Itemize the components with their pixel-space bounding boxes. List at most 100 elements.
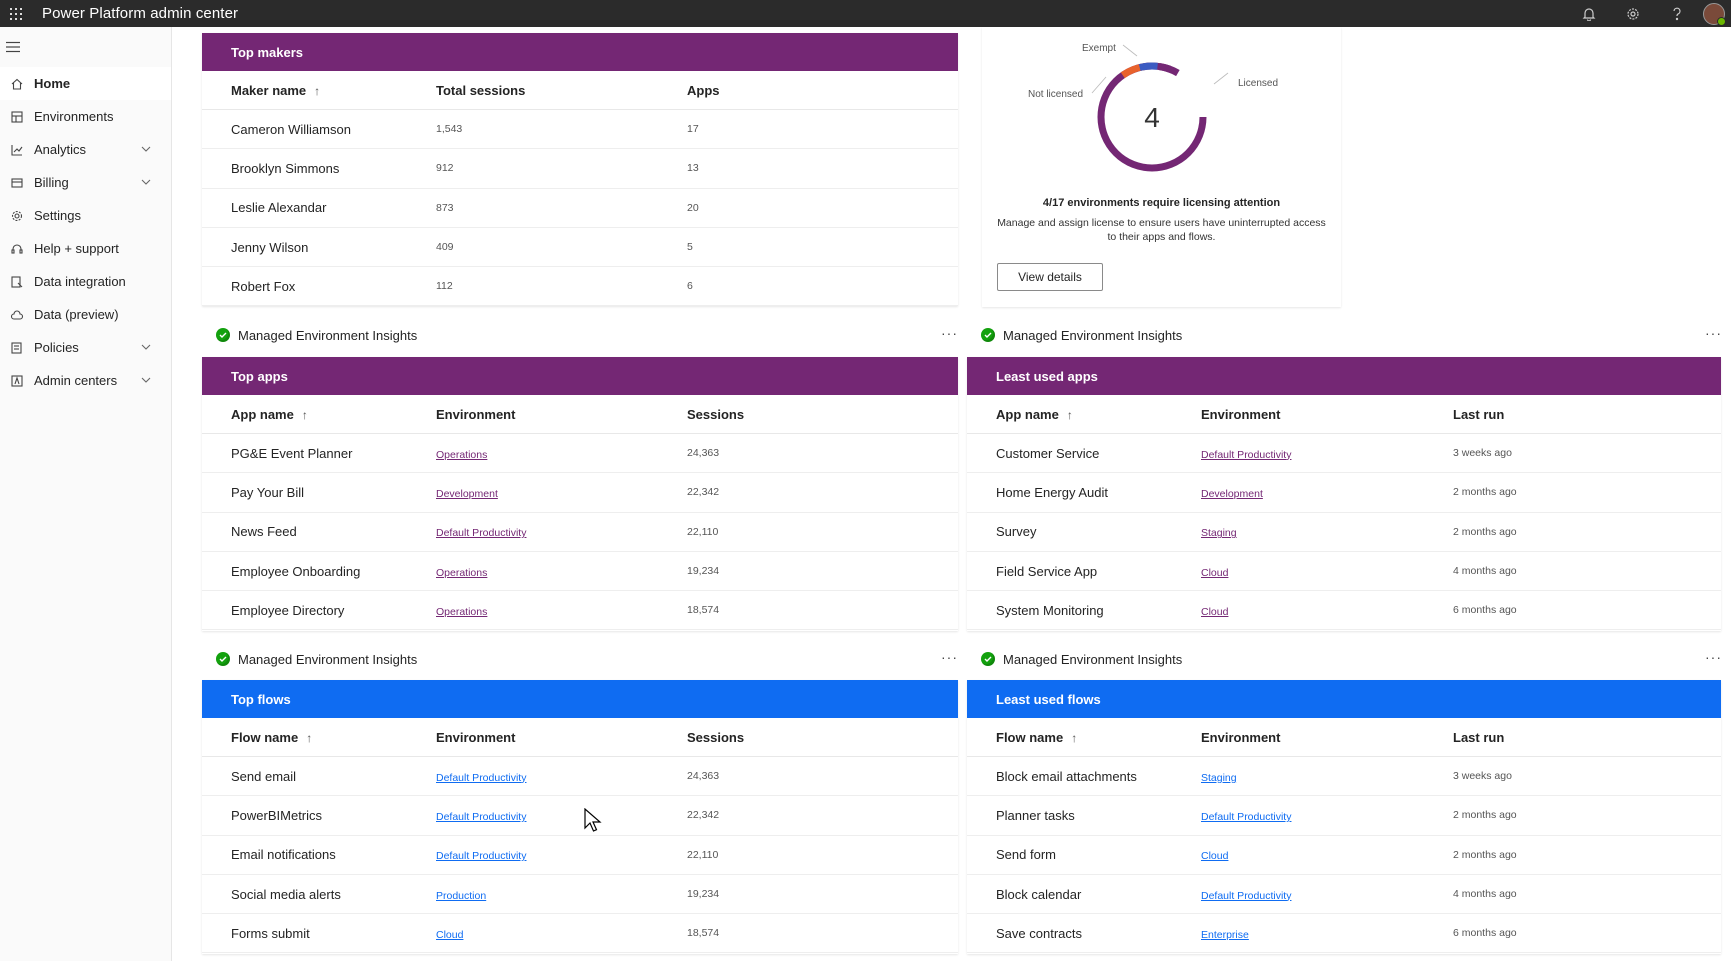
environment-link[interactable]: Default Productivity [1201,890,1291,902]
app-title[interactable]: Power Platform admin center [42,5,238,22]
table-row[interactable]: Send email Default Productivity 24,363 [202,757,958,797]
table-row[interactable]: Email notifications Default Productivity 2… [202,836,958,875]
column-header-environment[interactable]: Environment [436,730,687,745]
table-row[interactable]: Send form Cloud 2 months ago [967,836,1721,875]
column-header-sessions[interactable]: Sessions [687,407,887,422]
sidebar-item-settings[interactable]: Settings [0,199,171,232]
environment-link[interactable]: Cloud [1201,606,1228,618]
environment-link[interactable]: Default Productivity [1201,811,1291,823]
sidebar-item-policies[interactable]: Policies [0,331,171,364]
column-header-total-sessions[interactable]: Total sessions [436,83,687,98]
top-apps-card: Top apps App name ↑ Environment Sessions … [202,357,958,631]
table-row[interactable]: Jenny Wilson 409 5 [202,228,958,268]
sidebar-item-data-integration[interactable]: Data integration [0,265,171,298]
table-row[interactable]: Brooklyn Simmons 912 13 [202,149,958,189]
column-header-flow-name[interactable]: Flow name ↑ [967,730,1201,745]
table-row[interactable]: Pay Your Bill Development 22,342 [202,473,958,513]
table-row[interactable]: Leslie Alexandar 873 20 [202,189,958,228]
sidebar-item-environments[interactable]: Environments [0,100,171,133]
policies-icon [0,341,34,355]
gear-icon[interactable] [1611,0,1655,27]
environment-cell: Default Productivity [1201,887,1453,902]
sidebar-item-analytics[interactable]: Analytics [0,133,171,166]
top-makers-header: Top makers [202,33,958,71]
sidebar-item-data-preview[interactable]: Data (preview) [0,298,171,331]
table-row[interactable]: Forms submit Cloud 18,574 [202,914,958,954]
bell-icon[interactable] [1567,0,1611,27]
environment-link[interactable]: Cloud [436,929,463,941]
environment-link[interactable]: Default Productivity [436,527,526,539]
environment-link[interactable]: Development [436,488,498,500]
environment-link[interactable]: Operations [436,606,487,618]
more-options-icon[interactable]: ··· [941,649,958,665]
sidebar-item-help-support[interactable]: Help + support [0,232,171,265]
environment-link[interactable]: Development [1201,488,1263,500]
column-header-app-name[interactable]: App name ↑ [202,407,436,422]
environment-link[interactable]: Operations [436,567,487,579]
sidebar-item-home[interactable]: Home [0,67,171,100]
column-header-last-run[interactable]: Last run [1453,730,1653,745]
chevron-down-icon[interactable] [141,177,171,188]
chevron-down-icon[interactable] [141,342,171,353]
column-header-environment[interactable]: Environment [1201,407,1453,422]
environment-link[interactable]: Default Productivity [436,850,526,862]
column-header-last-run[interactable]: Last run [1453,407,1653,422]
table-row[interactable]: Cameron Williamson 1,543 17 [202,110,958,150]
hamburger-menu-icon[interactable] [0,27,171,67]
sort-up-icon[interactable]: ↑ [1071,731,1077,745]
sort-up-icon[interactable]: ↑ [306,731,312,745]
table-row[interactable]: Survey Staging 2 months ago [967,513,1721,552]
table-row[interactable]: Customer Service Default Productivity 3 we… [967,434,1721,474]
environment-link[interactable]: Staging [1201,527,1237,539]
app-launcher-icon[interactable] [2,0,30,27]
sort-up-icon[interactable]: ↑ [302,408,308,422]
environment-link[interactable]: Operations [436,449,487,461]
table-body: PG&E Event Planner Operations 24,363 Pay Yo… [202,434,958,631]
table-row[interactable]: Block calendar Default Productivity 4 mont… [967,875,1721,915]
table-row[interactable]: PowerBIMetrics Default Productivity 22,342 [202,796,958,836]
environment-cell: Operations [436,564,687,579]
table-row[interactable]: Employee Onboarding Operations 19,234 [202,552,958,592]
table-row[interactable]: Employee Directory Operations 18,574 [202,591,958,631]
table-row[interactable]: Save contracts Enterprise 6 months ago [967,914,1721,954]
column-header-sessions[interactable]: Sessions [687,730,887,745]
table-row[interactable]: System Monitoring Cloud 6 months ago [967,591,1721,631]
environment-link[interactable]: Default Productivity [436,772,526,784]
table-row[interactable]: Field Service App Cloud 4 months ago [967,552,1721,592]
user-avatar[interactable] [1703,2,1726,26]
environment-link[interactable]: Cloud [1201,850,1228,862]
environment-link[interactable]: Default Productivity [1201,449,1291,461]
sidebar-item-admin-centers[interactable]: Admin centers [0,364,171,397]
table-row[interactable]: Home Energy Audit Development 2 months ago [967,473,1721,513]
help-icon[interactable] [1655,0,1699,27]
sort-up-icon[interactable]: ↑ [1067,408,1073,422]
column-header-maker-name[interactable]: Maker name ↑ [202,83,436,98]
more-options-icon[interactable]: ··· [941,325,958,341]
table-row[interactable]: PG&E Event Planner Operations 24,363 [202,434,958,474]
table-row[interactable]: News Feed Default Productivity 22,110 [202,513,958,552]
environment-cell: Cloud [436,926,687,941]
home-icon [0,77,34,91]
environment-link[interactable]: Cloud [1201,567,1228,579]
table-row[interactable]: Block email attachments Staging 3 weeks ag… [967,757,1721,797]
chevron-down-icon[interactable] [141,144,171,155]
last-run-cell: 3 weeks ago [1453,770,1512,783]
column-header-environment[interactable]: Environment [436,407,687,422]
environment-link[interactable]: Production [436,890,486,902]
environment-link[interactable]: Staging [1201,772,1237,784]
table-row[interactable]: Planner tasks Default Productivity 2 month… [967,796,1721,836]
column-header-flow-name[interactable]: Flow name ↑ [202,730,436,745]
environment-link[interactable]: Default Productivity [436,811,526,823]
environment-link[interactable]: Enterprise [1201,929,1249,941]
more-options-icon[interactable]: ··· [1705,649,1722,665]
column-header-apps[interactable]: Apps [687,83,887,98]
chevron-down-icon[interactable] [141,375,171,386]
sort-up-icon[interactable]: ↑ [314,84,320,98]
view-details-button[interactable]: View details [997,263,1103,291]
table-row[interactable]: Robert Fox 112 6 [202,267,958,307]
table-row[interactable]: Social media alerts Production 19,234 [202,875,958,915]
sidebar-item-billing[interactable]: Billing [0,166,171,199]
column-header-app-name[interactable]: App name ↑ [967,407,1201,422]
more-options-icon[interactable]: ··· [1705,325,1722,341]
column-header-environment[interactable]: Environment [1201,730,1453,745]
